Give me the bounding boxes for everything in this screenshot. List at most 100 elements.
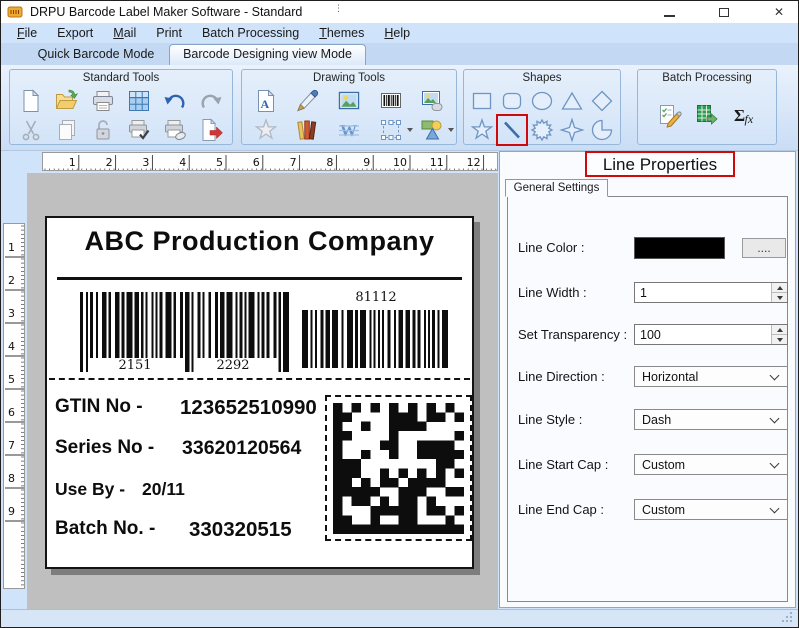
line-width-input[interactable] [635,283,771,302]
line-start-cap-select[interactable]: Custom [634,454,788,475]
batch-label: Batch No. - [55,518,156,539]
star-outline-icon [252,116,280,144]
svg-text:A: A [260,97,269,111]
tab-barcode-designing-view-mode[interactable]: Barcode Designing view Mode [169,44,366,65]
transparency-input[interactable] [635,325,771,344]
printer-icon[interactable] [89,87,117,115]
pen-icon[interactable] [293,87,321,115]
frame-select-icon[interactable] [377,116,413,144]
shape-line-icon[interactable] [498,116,526,144]
shape-rounded-rect-icon[interactable] [498,87,526,115]
design-canvas[interactable]: ABC Production Company 2151 2292 81112 G… [27,173,498,609]
shape-rectangle-icon[interactable] [468,87,496,115]
line-style-select[interactable]: Dash [634,409,788,430]
toolbar-group-standard-tools: Standard Tools [9,69,233,145]
menu-mail[interactable]: Mail [103,23,146,43]
svg-text:3: 3 [8,307,15,320]
barcode-icon[interactable] [377,87,405,115]
menu-export[interactable]: Export [47,23,103,43]
line-style-label: Line Style : [518,412,583,427]
new-document-icon[interactable] [17,87,45,115]
maximize-icon[interactable] [711,2,737,22]
line-width-decrement-icon[interactable] [772,293,787,302]
line-end-cap-select[interactable]: Custom [634,499,788,520]
menu-batch-processing[interactable]: Batch Processing [192,23,309,43]
shapes-picker-icon[interactable] [418,116,455,144]
image-shape-icon[interactable] [418,87,446,115]
barcode-number-right: 2292 [216,358,250,373]
open-folder-icon[interactable] [53,87,81,115]
datamatrix-barcode[interactable] [325,395,472,541]
dashed-line-object[interactable] [49,378,470,380]
tab-quick-barcode-mode[interactable]: Quick Barcode Mode [21,43,171,65]
shape-diamond-icon[interactable] [588,87,616,115]
copy-icon [53,116,81,144]
watermark-icon[interactable]: W [335,116,363,144]
undo-icon[interactable] [161,87,189,115]
shape-triangle-icon[interactable] [558,87,586,115]
shape-pie-icon[interactable] [588,116,616,144]
close-icon[interactable]: ✕ [766,2,792,22]
line-color-row: Line Color : .... [508,236,787,260]
redo-icon[interactable] [197,87,225,115]
line-properties-title: Line Properties [585,151,735,177]
dropdown-arrow-icon[interactable] [448,127,455,135]
line-width-increment-icon[interactable] [772,283,787,293]
vertical-ruler: 1 2 3 4 5 6 7 8 9 [3,223,25,589]
toolbar-group-title: Standard Tools [82,72,160,84]
field-gtin[interactable]: GTIN No - 123652510990 [55,396,317,419]
batch-value: 330320515 [189,518,292,541]
main-barcode[interactable]: 2151 2292 [80,292,294,380]
line-width-row: Line Width : [508,281,788,305]
excel-import-icon[interactable] [693,101,721,129]
image-icon[interactable] [335,87,363,115]
label-company-title[interactable]: ABC Production Company [47,226,472,257]
secondary-barcode[interactable]: 81112 [302,290,450,376]
printer-edit-icon[interactable] [161,116,189,144]
window-controls: ✕ [656,1,792,23]
line-width-label: Line Width : [518,285,587,300]
field-series[interactable]: Series No - 33620120564 [55,437,301,459]
svg-text:5: 5 [216,156,223,169]
printer-check-icon[interactable] [125,116,153,144]
transparency-increment-icon[interactable] [772,325,787,335]
line-direction-select[interactable]: Horizontal [634,366,788,387]
transparency-row: Set Transparency : [508,323,788,347]
text-page-icon[interactable]: A [252,87,280,115]
line-style-row: Line Style : Dash [508,408,788,432]
shape-star4-icon[interactable] [558,116,586,144]
books-icon[interactable] [293,116,321,144]
line-color-swatch[interactable] [634,237,725,259]
chevron-down-icon [769,413,780,424]
tab-general-settings[interactable]: General Settings [505,179,608,197]
svg-text:12: 12 [467,156,481,169]
export-page-icon[interactable] [197,116,225,144]
svg-text:6: 6 [8,406,15,419]
label-design-surface[interactable]: ABC Production Company 2151 2292 81112 G… [45,216,474,569]
menu-print[interactable]: Print [146,23,192,43]
shape-ellipse-icon[interactable] [528,87,556,115]
menu-themes[interactable]: Themes [309,23,374,43]
sigma-fx-icon[interactable]: Σfx [731,101,759,129]
svg-text:4: 4 [179,156,186,169]
svg-text:8: 8 [8,472,15,485]
useby-label: Use By - [55,479,126,499]
shape-starburst-icon[interactable] [528,116,556,144]
grid-icon[interactable] [125,87,153,115]
line-color-picker-button[interactable]: .... [742,238,786,258]
line-end-cap-row: Line End Cap : Custom [508,498,788,522]
transparency-decrement-icon[interactable] [772,335,787,344]
status-bar [1,609,798,627]
cut-icon [17,116,45,144]
resize-grip-icon[interactable] [782,612,794,624]
field-batch[interactable]: Batch No. - 330320515 [55,518,292,541]
minimize-icon[interactable] [656,2,682,22]
menu-help[interactable]: Help [374,23,420,43]
menu-file[interactable]: File [7,23,47,43]
svg-text:Σ: Σ [734,106,745,125]
list-edit-icon[interactable] [655,101,683,129]
shape-star-icon[interactable] [468,116,496,144]
dropdown-arrow-icon[interactable] [406,127,413,135]
general-settings-groupbox: Line Color : .... Line Width : Set Trans… [507,196,788,602]
field-useby[interactable]: Use By - 20/11 [55,479,185,500]
